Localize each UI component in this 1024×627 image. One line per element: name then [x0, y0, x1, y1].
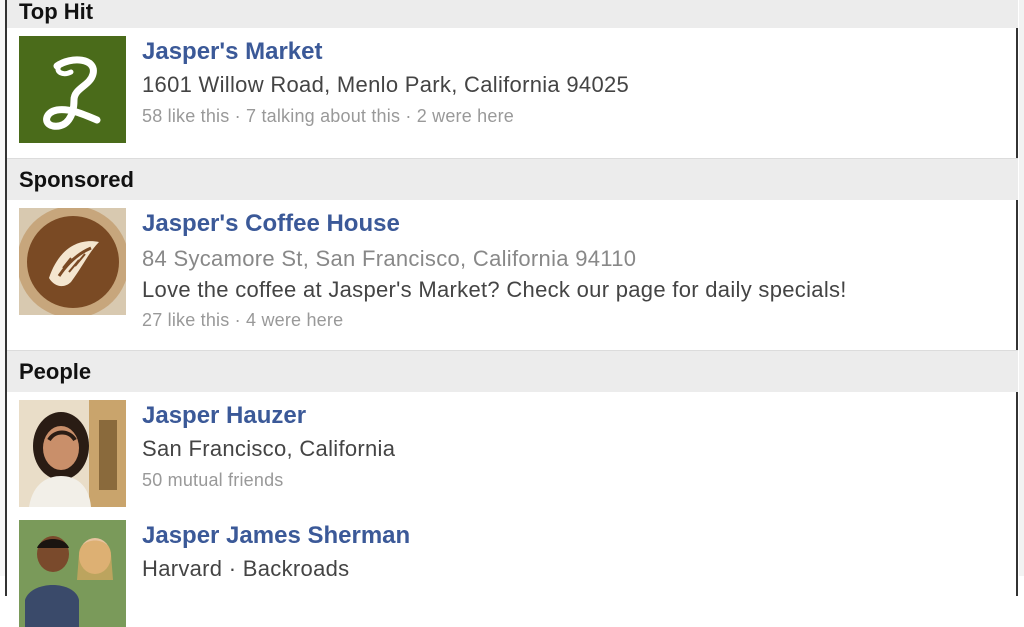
result-name-jaspers-coffee-house[interactable]: Jasper's Coffee House — [142, 210, 400, 238]
result-meta: 27 like this · 4 were here — [142, 310, 344, 330]
result-address: 84 Sycamore St, San Francisco, Californi… — [142, 246, 637, 271]
search-result-jaspers-coffee-house[interactable]: Jasper's Coffee House 84 Sycamore St, Sa… — [7, 200, 1018, 350]
person-location: San Francisco, California — [142, 436, 396, 461]
search-result-jaspers-market[interactable]: Jasper's Market 1601 Willow Road, Menlo … — [7, 28, 1018, 158]
section-header-sponsored: Sponsored — [7, 158, 1018, 200]
section-title-people: People — [19, 359, 92, 384]
person-location: Harvard · Backroads — [142, 556, 350, 581]
jaspers-market-logo — [19, 36, 126, 143]
avatar — [19, 520, 126, 627]
result-name-person[interactable]: Jasper Hauzer — [142, 402, 306, 430]
mutual-friends-count: 50 mutual friends — [142, 470, 284, 490]
search-result-person[interactable]: Jasper Hauzer San Francisco, California … — [7, 392, 1018, 512]
result-name-person[interactable]: Jasper James Sherman — [142, 522, 410, 550]
background-right-edge — [1019, 0, 1024, 576]
search-result-person[interactable]: Jasper James Sherman Harvard · Backroads — [7, 512, 1018, 627]
sponsored-tagline: Love the coffee at Jasper's Market? Chec… — [142, 277, 847, 302]
avatar — [19, 400, 126, 507]
section-title-sponsored: Sponsored — [19, 167, 134, 192]
result-name-jaspers-market[interactable]: Jasper's Market — [142, 38, 322, 66]
section-header-top-hit: Top Hit — [7, 0, 1018, 28]
section-header-people: People — [7, 350, 1018, 392]
section-title-top-hit: Top Hit — [19, 0, 94, 24]
coffee-latte-art-image — [19, 208, 126, 315]
result-meta: 58 like this · 7 talking about this · 2 … — [142, 106, 514, 126]
result-address: 1601 Willow Road, Menlo Park, California… — [142, 72, 630, 97]
